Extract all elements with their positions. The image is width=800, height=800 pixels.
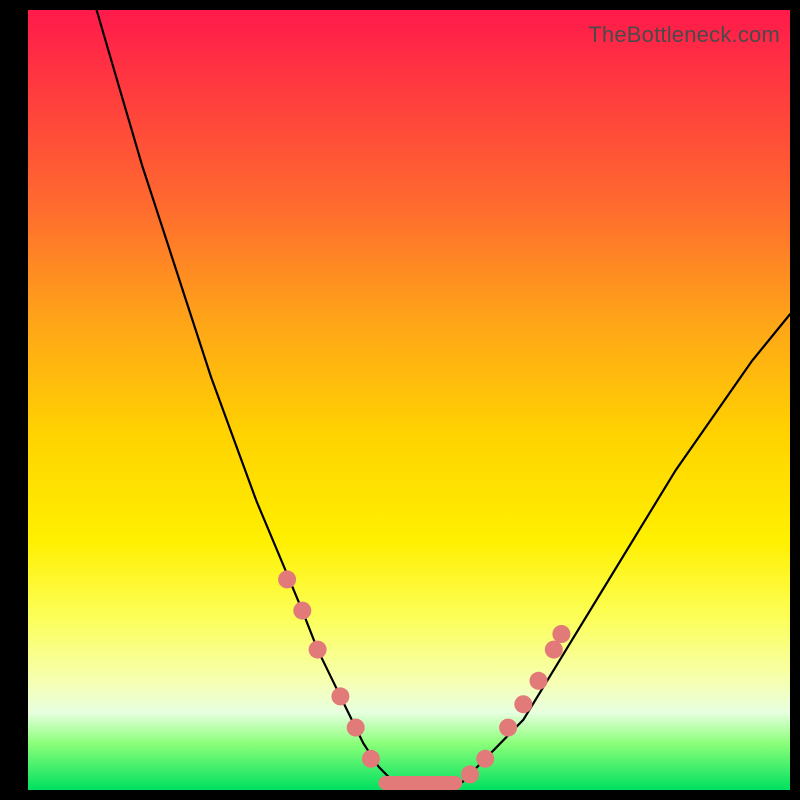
sample-point (362, 750, 380, 768)
sample-point (309, 641, 327, 659)
chart-frame: TheBottleneck.com (0, 0, 800, 800)
sample-point (293, 602, 311, 620)
sample-point (530, 672, 548, 690)
sample-point (514, 695, 532, 713)
bottleneck-curve (97, 10, 790, 790)
sample-point-group (278, 570, 570, 783)
sample-point (461, 765, 479, 783)
chart-plot-area: TheBottleneck.com (28, 10, 790, 790)
no-bottleneck-bar (379, 776, 463, 790)
sample-point (545, 641, 563, 659)
sample-point (499, 719, 517, 737)
sample-point (552, 625, 570, 643)
sample-point (347, 719, 365, 737)
sample-point (331, 687, 349, 705)
chart-overlay (28, 10, 790, 790)
sample-point (476, 750, 494, 768)
sample-point (278, 570, 296, 588)
